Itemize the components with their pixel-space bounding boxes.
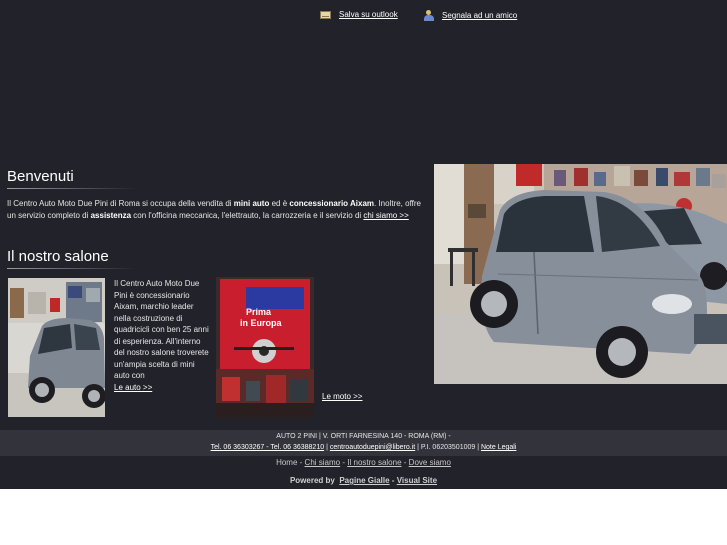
- moto-poster-photo[interactable]: Prima in Europa: [216, 277, 314, 417]
- tell-a-friend-label: Segnala ad un amico: [442, 11, 518, 20]
- footer-address: AUTO 2 PINI | V. ORTI FARNESINA 140 - RO…: [276, 433, 451, 440]
- salone-text: Il Centro Auto Moto Due Pini è concessio…: [114, 279, 209, 380]
- outlook-card-icon: [320, 10, 331, 19]
- salone-description: Il Centro Auto Moto Due Pini è concessio…: [114, 278, 212, 393]
- main-car-photo: [434, 164, 727, 384]
- footer-nav-salone[interactable]: Il nostro salone: [347, 458, 401, 467]
- visual-site-link[interactable]: Visual Site: [397, 476, 437, 485]
- showroom-car-image: [8, 278, 105, 417]
- chi-siamo-link[interactable]: chi siamo >>: [363, 211, 408, 220]
- welcome-text-1: Il Centro Auto Moto Due Pini di Roma si …: [7, 199, 234, 208]
- footer-nav-sep: -: [403, 458, 407, 467]
- poster-text-europa: in Europa: [240, 318, 282, 328]
- tell-a-friend-link[interactable]: Segnala ad un amico: [424, 10, 517, 21]
- pagine-gialle-link[interactable]: Pagine Gialle: [339, 476, 389, 485]
- welcome-bold-aixam: concessionario Aixam: [289, 199, 374, 208]
- person-icon: [424, 10, 434, 21]
- welcome-title: Benvenuti: [7, 168, 74, 185]
- welcome-divider: [7, 188, 137, 189]
- welcome-text-2: ed è: [269, 199, 290, 208]
- footer-nav: Home - Chi siamo - Il nostro salone - Do…: [0, 456, 727, 469]
- footer-nav-chi-siamo[interactable]: Chi siamo: [305, 458, 341, 467]
- welcome-bold-mini-auto: mini auto: [233, 199, 270, 208]
- footer-powered: Powered by Pagine Gialle - Visual Site: [0, 476, 727, 485]
- main-car-image: [434, 164, 727, 384]
- footer-info: AUTO 2 PINI | V. ORTI FARNESINA 140 - RO…: [0, 430, 727, 456]
- welcome-text-4: con l'officina meccanica, l'elettrauto, …: [131, 210, 364, 220]
- showroom-car-photo[interactable]: [8, 278, 105, 417]
- welcome-bold-assistenza: assistenza: [90, 210, 132, 220]
- moto-poster-image: Prima in Europa: [216, 277, 314, 417]
- footer-nav-sep: -: [342, 458, 346, 467]
- powered-by-label: Powered by: [289, 476, 335, 485]
- footer-legal-link[interactable]: Note Legali: [481, 444, 516, 451]
- footer-nav-dove-siamo[interactable]: Dove siamo: [409, 458, 451, 467]
- page: Salva su outlook Segnala ad un amico Ben…: [0, 0, 727, 489]
- footer-phone-link[interactable]: Tel. 06 36303267 - Tel. 06 36388210: [211, 444, 325, 451]
- welcome-text: Il Centro Auto Moto Due Pini di Roma si …: [7, 198, 425, 221]
- le-moto-link[interactable]: Le moto >>: [322, 392, 362, 401]
- le-auto-link[interactable]: Le auto >>: [114, 383, 152, 392]
- footer-piva: P.I. 06203501009: [420, 444, 476, 451]
- powered-sep: -: [391, 476, 395, 485]
- footer-nav-sep: -: [299, 458, 303, 467]
- salone-title: Il nostro salone: [7, 248, 109, 265]
- save-outlook-link[interactable]: Salva su outlook: [320, 10, 398, 19]
- footer-email-link[interactable]: centroautoduepini@libero.it: [330, 444, 415, 451]
- save-outlook-label: Salva su outlook: [339, 10, 398, 19]
- footer-nav-home[interactable]: Home: [276, 458, 297, 467]
- poster-text-prima: Prima: [246, 307, 272, 317]
- footer-contacts: Tel. 06 36303267 - Tel. 06 36388210 | ce…: [210, 444, 517, 451]
- salone-divider: [7, 268, 137, 269]
